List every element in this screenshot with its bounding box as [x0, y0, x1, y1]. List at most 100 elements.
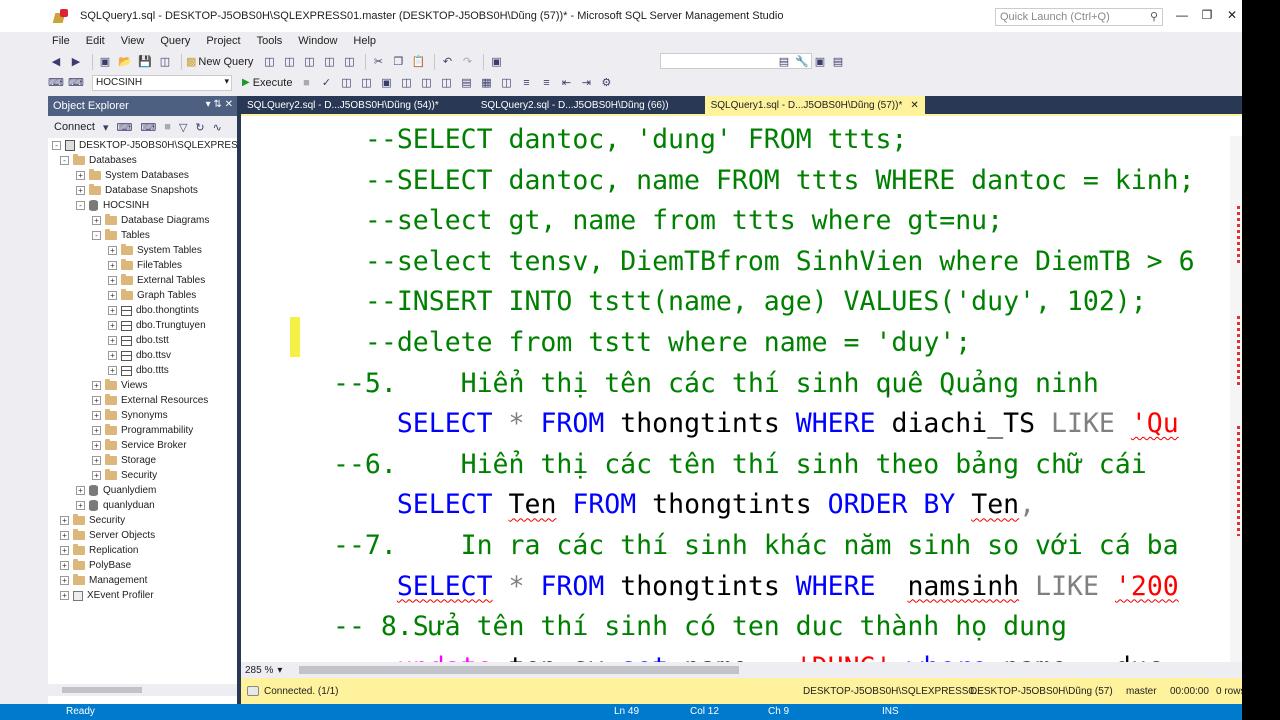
indent-icon[interactable]: ⇥	[578, 75, 594, 91]
code-line[interactable]: --select tensv, DiemTBfrom SinhVien wher…	[333, 242, 1195, 283]
expand-icon[interactable]: +	[60, 576, 69, 585]
refresh-icon[interactable]: ↻	[195, 121, 204, 134]
stop-icon[interactable]: ■	[298, 75, 314, 91]
query-editor[interactable]: --SELECT dantoc, 'dung' FROM ttts; --SEL…	[241, 116, 1242, 662]
expand-icon[interactable]: +	[92, 456, 101, 465]
das-query-icon[interactable]: ◫	[341, 54, 357, 70]
connect-plug-icon[interactable]: ⌨	[117, 121, 133, 134]
activity-monitor-icon[interactable]: ▣	[488, 54, 504, 70]
menu-query[interactable]: Query	[160, 35, 190, 47]
expand-icon[interactable]: +	[108, 276, 117, 285]
tree-node[interactable]: + Management	[48, 573, 237, 588]
tree-node[interactable]: + Database Diagrams	[48, 213, 237, 228]
dmx-query-icon[interactable]: ◫	[301, 54, 317, 70]
tree-node[interactable]: + PolyBase	[48, 558, 237, 573]
collapse-icon[interactable]: -	[52, 141, 61, 150]
chevron-down-icon[interactable]: ▾	[103, 121, 109, 134]
back-icon[interactable]: ◀	[48, 54, 64, 70]
code-line[interactable]: SELECT * FROM thongtints WHERE namsinh L…	[333, 567, 1195, 608]
menu-edit[interactable]: Edit	[86, 35, 105, 47]
code-line[interactable]: --INSERT INTO tstt(name, age) VALUES('du…	[333, 282, 1195, 323]
restore-button[interactable]: ❐	[1197, 8, 1217, 22]
chevron-down-icon[interactable]: ▾	[277, 665, 282, 676]
available-databases-select[interactable]: HOCSINH ▾	[92, 74, 232, 91]
menu-file[interactable]: File	[52, 35, 70, 47]
expand-icon[interactable]: +	[108, 261, 117, 270]
activity-icon[interactable]: ∿	[213, 121, 222, 134]
tree-node[interactable]: + dbo.Trungtuyen	[48, 318, 237, 333]
tree-node[interactable]: + dbo.ttsv	[48, 348, 237, 363]
tree-node[interactable]: + Service Broker	[48, 438, 237, 453]
minimize-button[interactable]: —	[1172, 8, 1192, 22]
expand-icon[interactable]: +	[92, 381, 101, 390]
toolbox-icon[interactable]: ▣	[812, 54, 828, 70]
paste-icon[interactable]: 📋	[410, 54, 426, 70]
undo-icon[interactable]: ↶	[439, 54, 455, 70]
tree-node[interactable]: + External Resources	[48, 393, 237, 408]
tree-node[interactable]: + FileTables	[48, 258, 237, 273]
tree-node[interactable]: + Storage	[48, 453, 237, 468]
mdx-query-icon[interactable]: ◫	[281, 54, 297, 70]
tree-node[interactable]: + Replication	[48, 543, 237, 558]
tree-node[interactable]: + quanlyduan	[48, 498, 237, 513]
redo-icon[interactable]: ↷	[459, 54, 475, 70]
parse-icon[interactable]: ✓	[318, 75, 334, 91]
tree-node[interactable]: + dbo.thongtints	[48, 303, 237, 318]
tree-node[interactable]: + Server Objects	[48, 528, 237, 543]
comment-icon[interactable]: ≡	[518, 75, 534, 91]
results-icon[interactable]: ▣	[378, 75, 394, 91]
tree-node[interactable]: + Synonyms	[48, 408, 237, 423]
xmla-query-icon[interactable]: ◫	[321, 54, 337, 70]
expand-icon[interactable]: +	[76, 501, 85, 510]
editor-horizontal-scrollbar[interactable]	[299, 666, 739, 674]
tree-node[interactable]: + dbo.ttts	[48, 363, 237, 378]
tree-node[interactable]: + System Tables	[48, 243, 237, 258]
expand-icon[interactable]: +	[108, 291, 117, 300]
tree-node[interactable]: + dbo.tstt	[48, 333, 237, 348]
tree-node[interactable]: - HOCSINH	[48, 198, 237, 213]
tree-node[interactable]: - DESKTOP-J5OBS0H\SQLEXPRESS01 (	[48, 138, 237, 153]
code-line[interactable]: --SELECT dantoc, 'dung' FROM ttts;	[333, 120, 1195, 161]
tree-node[interactable]: + XEvent Profiler	[48, 588, 237, 603]
panel-pin-close-icons[interactable]: ▾ ⇅ ✕	[206, 99, 233, 110]
collapse-icon[interactable]: -	[92, 231, 101, 240]
close-window-button[interactable]: ✕	[1222, 8, 1242, 22]
code-line[interactable]: update ten_sv set name = 'DUNG' where na…	[333, 648, 1195, 662]
results-file-icon[interactable]: ◫	[498, 75, 514, 91]
menu-help[interactable]: Help	[353, 35, 376, 47]
expand-icon[interactable]: +	[60, 591, 69, 600]
tree-node[interactable]: + Views	[48, 378, 237, 393]
include-plan-icon[interactable]: ◫	[398, 75, 414, 91]
tab-sqlquery2-66[interactable]: SQLQuery2.sql - D...J5OBS0H\Dũng (66))	[475, 96, 675, 116]
expand-icon[interactable]: +	[60, 531, 69, 540]
collapse-icon[interactable]: -	[60, 156, 69, 165]
object-explorer-scrollbar[interactable]	[48, 684, 237, 696]
code-line[interactable]: --7. In ra các thí sinh khác năm sinh so…	[333, 526, 1195, 567]
code-line[interactable]: SELECT * FROM thongtints WHERE diachi_TS…	[333, 404, 1195, 445]
client-stats-icon[interactable]: ◫	[438, 75, 454, 91]
menu-window[interactable]: Window	[298, 35, 337, 47]
expand-icon[interactable]: +	[108, 366, 117, 375]
expand-icon[interactable]: +	[108, 321, 117, 330]
window-layout-icon[interactable]: ▤	[830, 54, 846, 70]
disconnect-icon[interactable]: ⌨	[68, 75, 84, 91]
editor-vertical-scrollbar[interactable]	[1230, 136, 1242, 662]
db-engine-query-icon[interactable]: ◫	[261, 54, 277, 70]
menu-project[interactable]: Project	[206, 35, 240, 47]
results-grid-icon[interactable]: ▦	[478, 75, 494, 91]
expand-icon[interactable]: +	[76, 171, 85, 180]
open-file-icon[interactable]: 📂	[117, 54, 133, 70]
expand-icon[interactable]: +	[76, 186, 85, 195]
tree-node[interactable]: + External Tables	[48, 273, 237, 288]
expand-icon[interactable]: +	[60, 561, 69, 570]
properties-icon[interactable]: ▤	[776, 54, 792, 70]
tree-node[interactable]: + Graph Tables	[48, 288, 237, 303]
connect-dropdown[interactable]: Connect	[54, 121, 95, 133]
cut-icon[interactable]: ✂	[370, 54, 386, 70]
copy-icon[interactable]: ❐	[390, 54, 406, 70]
code-line[interactable]: SELECT Ten FROM thongtints ORDER BY Ten,	[333, 485, 1195, 526]
expand-icon[interactable]: +	[92, 411, 101, 420]
menu-view[interactable]: View	[121, 35, 145, 47]
zoom-level[interactable]: 285 %	[245, 665, 273, 676]
expand-icon[interactable]: +	[92, 216, 101, 225]
